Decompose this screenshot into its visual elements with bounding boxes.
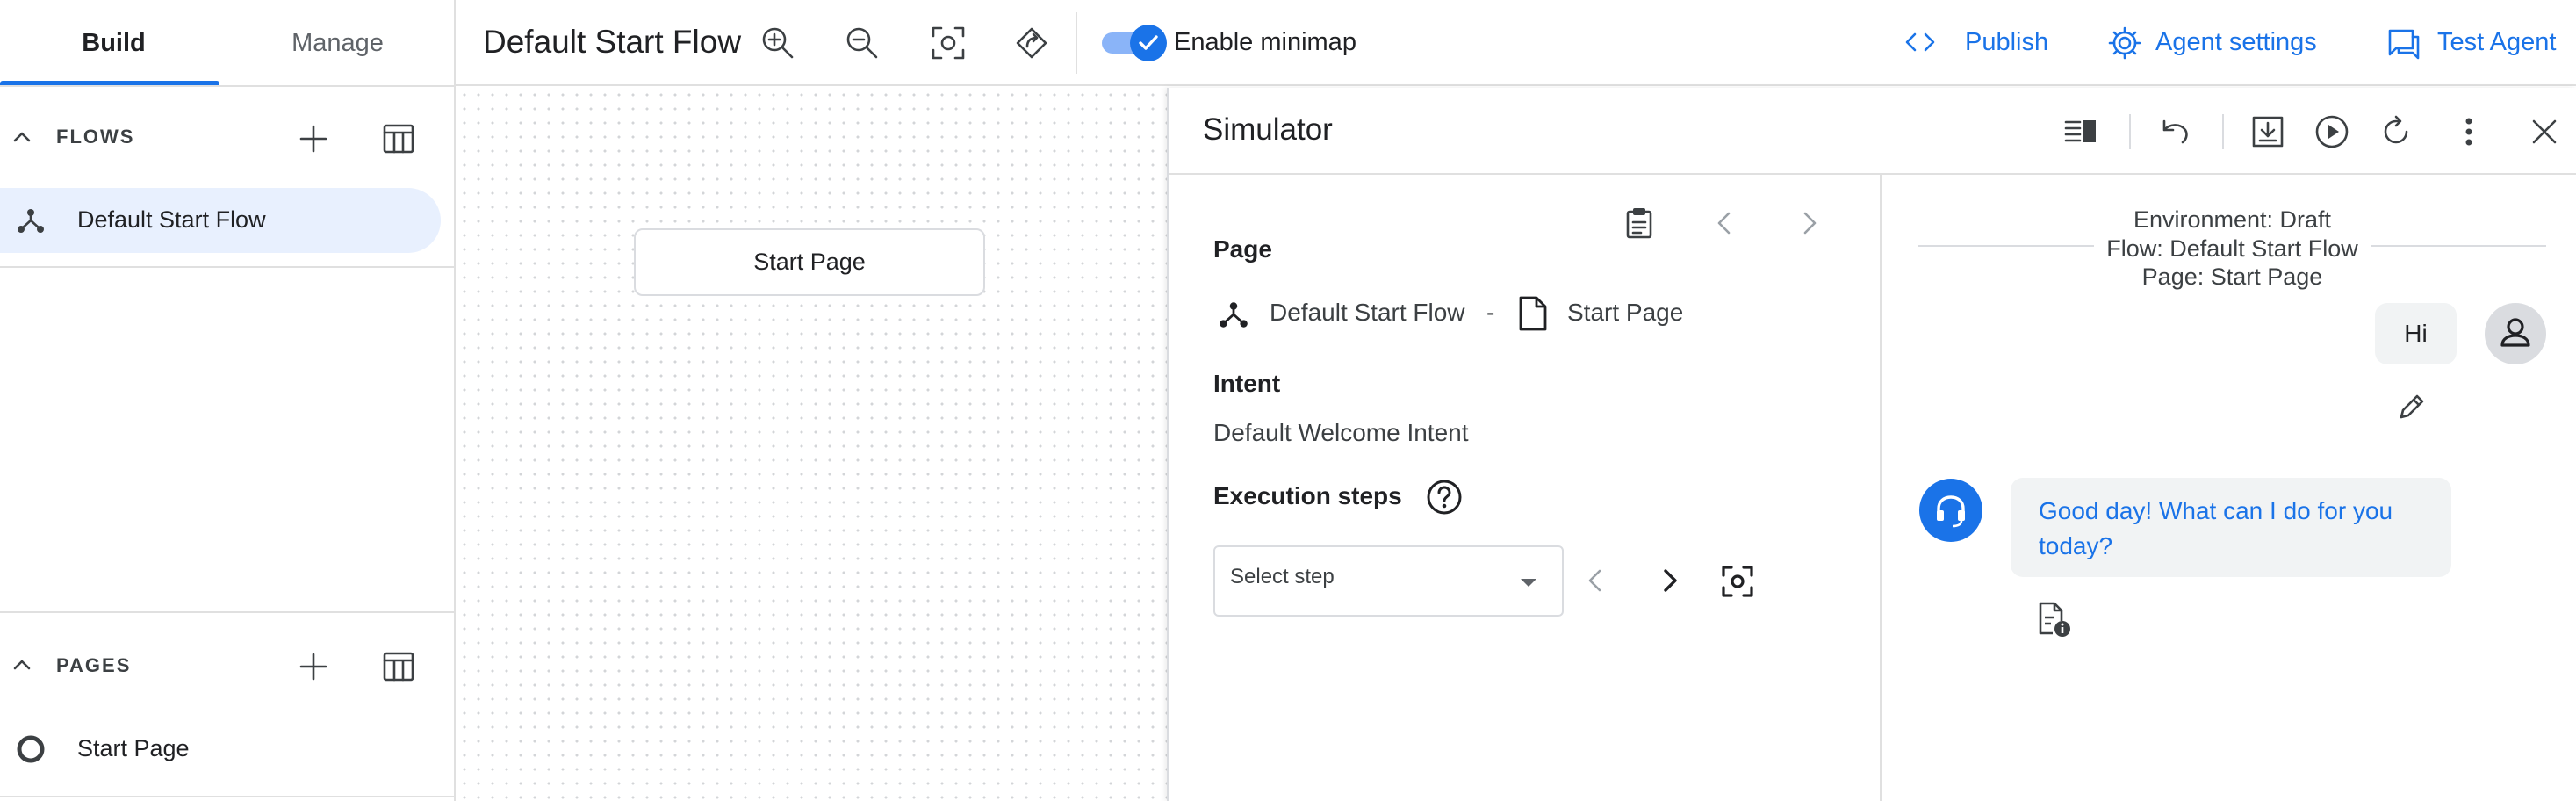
page-section-label: Page: [1213, 235, 1272, 263]
page-item-start-page[interactable]: [0, 720, 448, 778]
page-text: Page: Start Page: [2141, 263, 2323, 290]
previous-page-icon[interactable]: [1709, 207, 1741, 239]
test-agent-button[interactable]: Test Agent: [2437, 28, 2556, 57]
page-item-label: Start Page: [77, 735, 190, 761]
agent-avatar: [1919, 479, 1982, 542]
simulator-title: Simulator: [1203, 112, 1333, 147]
focus-step-icon[interactable]: [1719, 563, 1756, 600]
download-icon[interactable]: [2249, 112, 2287, 151]
reset-icon[interactable]: [2377, 112, 2415, 151]
fit-to-screen-icon[interactable]: [929, 24, 968, 62]
more-options-icon[interactable]: [2450, 112, 2488, 151]
minimap-label: Enable minimap: [1174, 28, 1356, 56]
tab-build[interactable]: Build: [0, 0, 227, 86]
select-step-dropdown[interactable]: Select step: [1213, 545, 1564, 617]
toolbar-divider: [2129, 114, 2131, 149]
flow-item-label: Default Start Flow: [77, 206, 266, 233]
intent-value: Default Welcome Intent: [1213, 419, 1469, 446]
current-flow-value: Default Start Flow: [1270, 299, 1465, 326]
current-page-value: Start Page: [1567, 299, 1684, 326]
undo-icon[interactable]: [2155, 112, 2194, 151]
execution-steps-label: Execution steps: [1213, 482, 1402, 509]
page-circle-icon: [16, 734, 46, 764]
split-view-icon[interactable]: [2062, 112, 2101, 151]
help-icon[interactable]: [1425, 478, 1464, 516]
code-icon: [1903, 27, 1937, 57]
page-document-icon: [1515, 295, 1549, 332]
flows-section-title: FLOWS: [56, 126, 135, 148]
environment-text: Environment: Draft: [2133, 206, 2332, 233]
add-flow-icon[interactable]: [296, 121, 331, 156]
play-icon[interactable]: [2313, 112, 2351, 151]
flows-table-icon[interactable]: [381, 121, 416, 156]
flow-canvas[interactable]: [457, 88, 1167, 801]
select-step-placeholder: Select step: [1230, 565, 1335, 588]
collapse-flows-icon[interactable]: [9, 124, 35, 150]
tab-manage[interactable]: Manage: [224, 0, 451, 86]
pages-table-icon[interactable]: [381, 649, 416, 684]
response-info-icon[interactable]: [2035, 600, 2072, 639]
agent-message-bubble: Good day! What can I do for you today?: [2011, 478, 2451, 577]
separator: -: [1486, 299, 1495, 326]
divider: [0, 266, 454, 268]
previous-step-icon[interactable]: [1580, 565, 1612, 596]
close-icon[interactable]: [2525, 112, 2564, 151]
gear-icon: [2107, 25, 2142, 61]
flow-icon: [1217, 298, 1250, 331]
edit-pencil-icon[interactable]: [2394, 389, 2429, 424]
flow-icon: [15, 205, 47, 236]
simulator-header-divider: [1169, 173, 2576, 175]
user-message-bubble: Hi: [2375, 303, 2457, 364]
reset-layout-icon[interactable]: [1012, 24, 1051, 62]
header-divider: [1076, 12, 1077, 74]
collapse-pages-icon[interactable]: [9, 652, 35, 678]
next-page-icon[interactable]: [1793, 207, 1824, 239]
user-avatar: [2485, 303, 2546, 364]
add-page-icon[interactable]: [296, 649, 331, 684]
pages-section-title: PAGES: [56, 654, 132, 676]
publish-button[interactable]: Publish: [1965, 28, 2048, 57]
flow-title: Default Start Flow: [483, 24, 742, 60]
dropdown-arrow-icon: [1518, 575, 1539, 589]
pane-divider: [1880, 175, 1882, 801]
zoom-in-icon[interactable]: [759, 24, 797, 62]
clipboard-icon[interactable]: [1622, 206, 1657, 241]
next-step-icon[interactable]: [1653, 565, 1685, 596]
divider: [0, 611, 454, 613]
intent-label: Intent: [1213, 370, 1281, 397]
agent-settings-button[interactable]: Agent settings: [2155, 28, 2317, 57]
minimap-toggle[interactable]: [1102, 25, 1169, 61]
start-page-node[interactable]: Start Page: [634, 228, 985, 296]
zoom-out-icon[interactable]: [843, 24, 881, 62]
left-sidebar: Build Manage FLOWS Default Start Flow PA…: [0, 0, 456, 801]
divider: [0, 796, 454, 797]
divider: [0, 85, 454, 87]
toolbar-divider: [2222, 114, 2224, 149]
flow-text: Flow: Default Start Flow: [2106, 235, 2358, 262]
toggle-knob: [1130, 25, 1167, 61]
chat-icon: [2386, 26, 2421, 61]
